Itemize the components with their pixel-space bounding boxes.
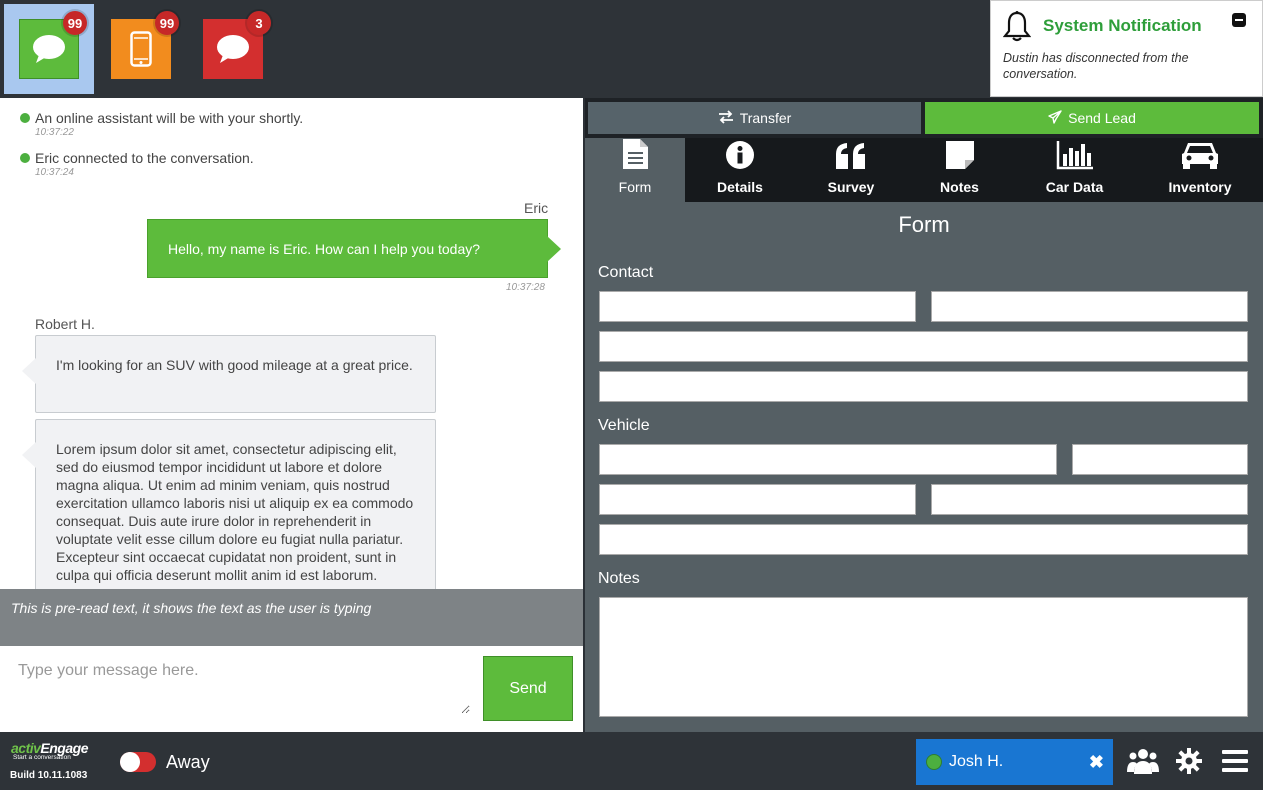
tab-survey[interactable]: Survey: [795, 138, 907, 202]
logo: activEngage Start a conversation: [11, 740, 88, 761]
tab-bar: Form Details Survey Notes Car Data Inven…: [585, 138, 1263, 202]
contact-section-label: Contact: [598, 264, 654, 281]
close-icon[interactable]: ✖: [1089, 753, 1104, 771]
vehicle-section-label: Vehicle: [598, 417, 650, 434]
system-message-text: An online assistant will be with your sh…: [35, 110, 304, 126]
online-dot-icon: [926, 754, 942, 770]
contact-first-name-field[interactable]: [599, 291, 916, 322]
toggle-knob: [120, 752, 140, 772]
contact-last-name-field[interactable]: [931, 291, 1248, 322]
paper-plane-icon: [1048, 109, 1062, 127]
status-dot-icon: [20, 113, 30, 123]
system-notification: System Notification Dustin has disconnec…: [990, 0, 1263, 97]
gear-icon[interactable]: [1176, 748, 1202, 779]
message-composer: Send: [0, 646, 583, 732]
notes-section-label: Notes: [598, 570, 640, 587]
tab-inventory[interactable]: Inventory: [1137, 138, 1263, 202]
channel-chat-green[interactable]: 99: [4, 4, 94, 94]
system-message: An online assistant will be with your sh…: [20, 110, 303, 138]
tab-label: Form: [618, 179, 652, 195]
info-icon: [725, 140, 755, 179]
tab-label: Survey: [827, 179, 875, 195]
availability-status: Away: [166, 752, 210, 772]
bell-icon: [1002, 10, 1032, 47]
visitor-name: Robert H.: [35, 316, 95, 332]
vehicle-model-field[interactable]: [599, 444, 1057, 475]
vehicle-make-field[interactable]: [599, 484, 916, 515]
agent-chip-name: Josh H.: [949, 753, 1004, 770]
vehicle-year-field[interactable]: [1072, 444, 1248, 475]
contact-phone-field[interactable]: [599, 371, 1248, 402]
message-input[interactable]: [10, 654, 470, 714]
minimize-icon[interactable]: [1232, 13, 1246, 27]
top-bar: 99 99 3 System Notification Dustin has d…: [0, 0, 1263, 98]
channel-chat-red[interactable]: 3: [188, 4, 278, 94]
bottom-bar: activEngage Start a conversation Build 1…: [0, 732, 1263, 790]
transfer-button[interactable]: Transfer: [588, 102, 921, 134]
channel-badge: 99: [63, 11, 87, 35]
hamburger-menu-icon[interactable]: [1222, 749, 1248, 778]
preread-text: This is pre-read text, it shows the text…: [0, 589, 583, 646]
tab-label: Details: [717, 179, 763, 195]
status-dot-icon: [20, 153, 30, 163]
form-title: Form: [898, 212, 950, 237]
send-button[interactable]: Send: [483, 656, 573, 721]
agent-chip[interactable]: Josh H. ✖: [916, 739, 1113, 785]
system-message-text: Eric connected to the conversation.: [35, 150, 254, 166]
channel-badge: 99: [155, 11, 179, 35]
tab-form[interactable]: Form: [585, 138, 685, 202]
agent-message-bubble: Hello, my name is Eric. How can I help y…: [147, 219, 561, 278]
tab-label: Inventory: [1168, 179, 1232, 195]
agent-name: Eric: [524, 200, 549, 216]
sticky-note-icon: [945, 140, 975, 179]
tab-notes[interactable]: Notes: [907, 138, 1012, 202]
notes-textarea[interactable]: [599, 597, 1248, 717]
build-version: Build 10.11.1083: [10, 770, 88, 781]
tab-label: Notes: [940, 179, 979, 195]
chat-panel: An online assistant will be with your sh…: [0, 98, 583, 732]
transfer-label: Transfer: [739, 110, 792, 126]
document-icon: [621, 138, 649, 179]
vehicle-vin-field[interactable]: [599, 524, 1248, 555]
channel-badge: 3: [247, 11, 271, 35]
contact-email-field[interactable]: [599, 331, 1248, 362]
availability-toggle[interactable]: [120, 752, 156, 772]
tab-car-data[interactable]: Car Data: [1012, 138, 1137, 202]
tab-label: Car Data: [1045, 179, 1104, 195]
system-message: Eric connected to the conversation. 10:3…: [20, 150, 254, 178]
send-lead-label: Send Lead: [1068, 110, 1136, 126]
visitor-message-bubble: I'm looking for an SUV with good mileage…: [22, 335, 436, 413]
notification-message: Dustin has disconnected from the convers…: [1003, 51, 1189, 81]
transfer-arrows-icon: [718, 109, 734, 127]
car-icon: [1180, 140, 1220, 179]
timestamp: 10:37:22: [35, 127, 74, 138]
lead-panel: Transfer Send Lead Form Details Survey N…: [585, 98, 1263, 732]
tab-details[interactable]: Details: [685, 138, 795, 202]
notification-title: System Notification: [1043, 16, 1202, 35]
timestamp: 10:37:28: [506, 282, 545, 293]
users-group-icon[interactable]: [1127, 747, 1159, 780]
quote-icon: [835, 142, 867, 179]
action-bar: Transfer Send Lead: [585, 98, 1263, 138]
channel-mobile-orange[interactable]: 99: [96, 4, 186, 94]
send-lead-button[interactable]: Send Lead: [925, 102, 1259, 134]
bar-chart-icon: [1056, 140, 1094, 179]
vehicle-trim-field[interactable]: [931, 484, 1248, 515]
timestamp: 10:37:24: [35, 167, 74, 178]
